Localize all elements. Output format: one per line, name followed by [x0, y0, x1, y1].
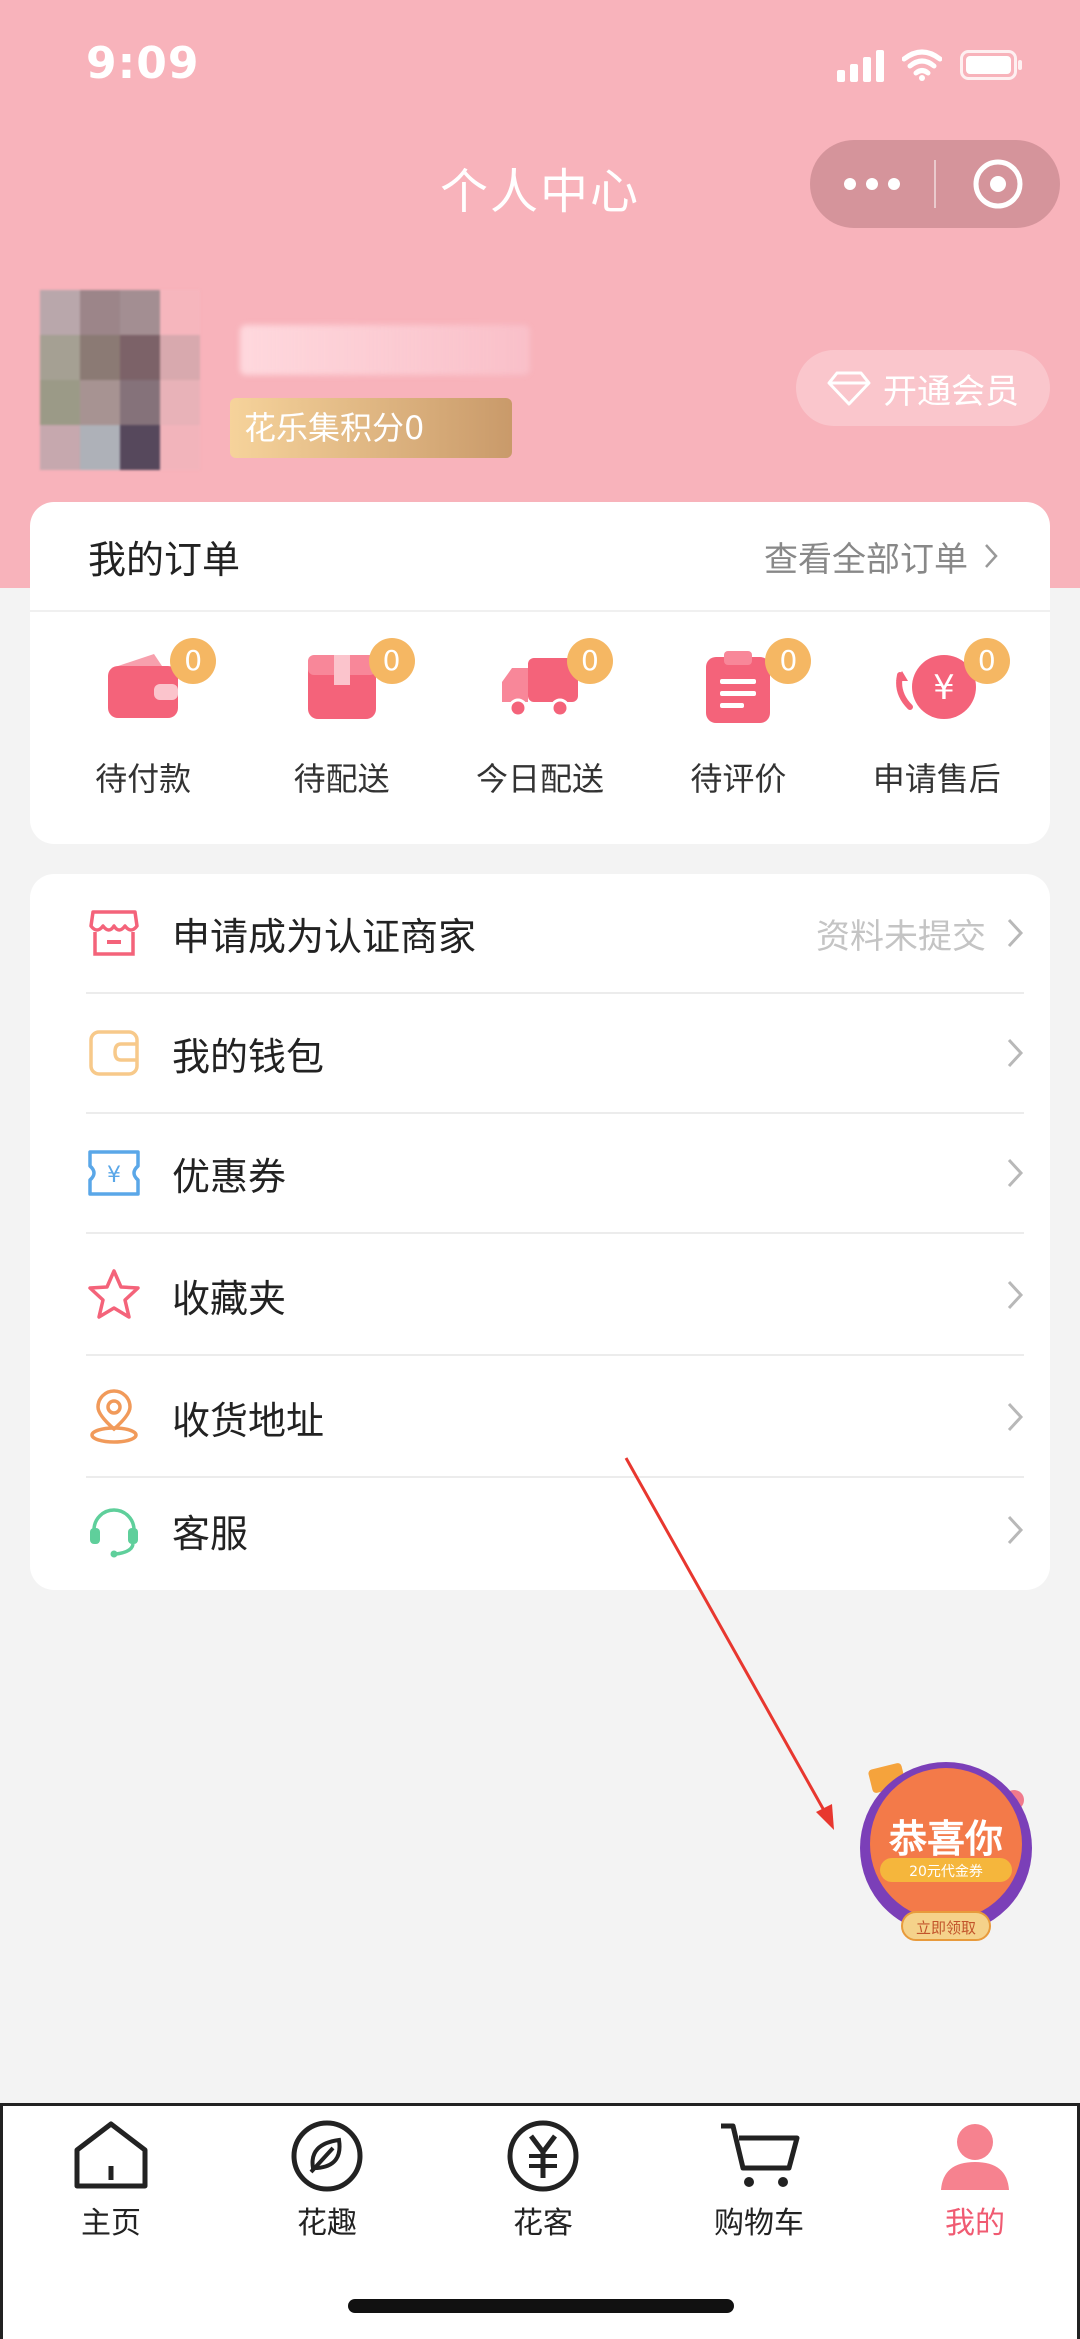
menu-label: 优惠券: [172, 1154, 287, 1199]
store-icon: [89, 910, 139, 956]
status-time: 9:09: [86, 38, 200, 89]
headset-icon: [90, 1508, 138, 1558]
menu-item-favorites[interactable]: 收藏夹: [86, 1236, 1024, 1356]
count-badge: 0: [368, 638, 415, 684]
wallet-outline-icon: [89, 1030, 139, 1076]
menu-item-merchant[interactable]: 申请成为认证商家 资料未提交: [86, 874, 1024, 994]
chevron-right-icon: [1007, 918, 1024, 948]
menu-item-customer-service[interactable]: 客服: [86, 1470, 1024, 1590]
signal-icon: [837, 48, 884, 82]
order-status-row: 0 待付款 0 待配送 0 今日配送 0 待评价 ¥ 0 申请售后: [30, 638, 1050, 800]
location-icon: [90, 1389, 138, 1444]
count-badge: 0: [170, 638, 217, 684]
order-label: 待配送: [293, 760, 390, 798]
coupon-icon: ¥: [88, 1150, 140, 1196]
count-badge: 0: [765, 638, 812, 684]
status-icons: [837, 48, 1024, 82]
menu-card: 申请成为认证商家 资料未提交 我的钱包 ¥ 优惠券 收藏夹 收货地址 客服: [30, 874, 1050, 1590]
tab-label: 花客: [513, 2206, 573, 2241]
chevron-right-icon: [1007, 1038, 1024, 1068]
vip-button-label: 开通会员: [883, 371, 1019, 412]
tab-flower-fun[interactable]: 花趣: [247, 2120, 407, 2242]
order-label: 申请售后: [872, 760, 1001, 798]
tab-label: 花趣: [297, 2206, 357, 2241]
count-badge: 0: [566, 638, 613, 684]
svg-text:¥: ¥: [107, 1163, 121, 1188]
open-vip-button[interactable]: 开通会员: [796, 350, 1050, 426]
menu-item-coupons[interactable]: ¥ 优惠券: [86, 1114, 1024, 1234]
username-redacted: [240, 325, 530, 375]
tab-label: 购物车: [714, 2206, 804, 2241]
chevron-right-icon: [1007, 1280, 1024, 1310]
order-label: 待评价: [690, 760, 787, 798]
promo-title: 恭喜你: [888, 1817, 1003, 1861]
chevron-right-icon: [985, 544, 998, 568]
menu-label: 申请成为认证商家: [172, 914, 477, 959]
tab-mine[interactable]: 我的: [895, 2120, 1055, 2242]
close-target-icon[interactable]: [936, 158, 1060, 210]
chevron-right-icon: [1007, 1158, 1024, 1188]
count-badge: 0: [963, 638, 1010, 684]
diamond-icon: [827, 371, 871, 406]
menu-item-wallet[interactable]: 我的钱包: [86, 994, 1024, 1114]
svg-text:¥: ¥: [933, 668, 955, 708]
person-icon: [941, 2124, 1009, 2190]
view-all-orders-link[interactable]: 查看全部订单: [764, 532, 998, 581]
yuan-icon: [507, 2120, 579, 2192]
merchant-status: 资料未提交: [816, 916, 986, 957]
tab-flower-guest[interactable]: 花客: [463, 2120, 623, 2242]
menu-label: 我的钱包: [172, 1034, 325, 1079]
order-after-sales[interactable]: ¥ 0 申请售后: [847, 638, 1027, 800]
promo-subtitle: 20元代金券: [909, 1864, 983, 1880]
order-label: 今日配送: [475, 760, 604, 798]
leaf-icon: [291, 2120, 363, 2192]
order-pending-review[interactable]: 0 待评价: [648, 638, 828, 800]
tab-home[interactable]: 主页: [31, 2120, 191, 2242]
menu-label: 收货地址: [172, 1398, 325, 1443]
promo-action: 立即领取: [915, 1919, 976, 1937]
orders-card: 我的订单 查看全部订单 0 待付款 0 待配送 0 今日配送 0 待评价 ¥ 0…: [30, 502, 1050, 844]
more-icon[interactable]: [810, 178, 934, 190]
miniprogram-capsule: [810, 140, 1060, 228]
order-label: 待付款: [95, 760, 192, 798]
menu-label: 客服: [172, 1511, 249, 1556]
tab-label: 主页: [81, 2206, 141, 2241]
view-all-orders-label: 查看全部订单: [764, 539, 968, 580]
avatar[interactable]: [40, 290, 200, 470]
menu-item-address[interactable]: 收货地址: [86, 1358, 1024, 1478]
star-icon: [88, 1269, 140, 1319]
home-indicator: [348, 2299, 734, 2313]
orders-title: 我的订单: [88, 537, 241, 582]
tab-cart[interactable]: 购物车: [679, 2120, 839, 2242]
menu-label: 收藏夹: [172, 1276, 287, 1321]
points-badge[interactable]: 花乐集积分0: [230, 398, 512, 458]
battery-icon: [960, 50, 1024, 80]
home-icon: [74, 2121, 148, 2189]
order-pending-payment[interactable]: 0 待付款: [53, 638, 233, 800]
order-today-delivery[interactable]: 0 今日配送: [450, 638, 630, 800]
cart-icon: [721, 2123, 800, 2187]
orders-header: 我的订单 查看全部订单: [30, 502, 1050, 612]
tab-label: 我的: [945, 2206, 1005, 2241]
wifi-icon: [902, 49, 942, 81]
promo-coupon-float[interactable]: 恭喜你 20元代金券 立即领取: [850, 1752, 1042, 1944]
chevron-right-icon: [1007, 1515, 1024, 1545]
clipboard-icon: [706, 651, 771, 723]
order-pending-delivery[interactable]: 0 待配送: [252, 638, 432, 800]
chevron-right-icon: [1007, 1402, 1024, 1432]
